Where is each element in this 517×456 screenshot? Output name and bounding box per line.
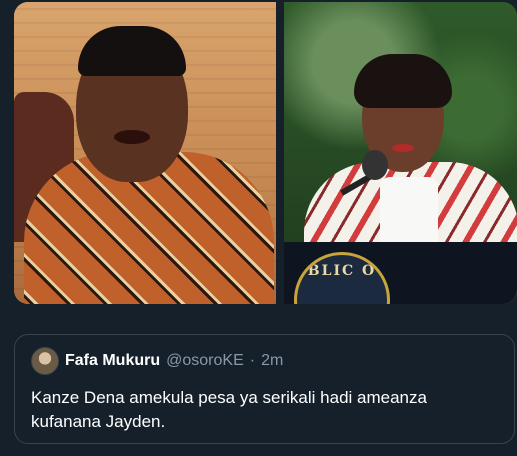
photo-man-mouth <box>114 130 150 144</box>
quoted-tweet-text: Kanze Dena amekula pesa ya serikali hadi… <box>31 388 427 431</box>
photo-woman-hair <box>354 54 452 108</box>
quoted-tweet-display-name[interactable]: Fafa Mukuru <box>65 352 160 370</box>
avatar[interactable] <box>31 347 59 375</box>
quoted-tweet-card[interactable]: Fafa Mukuru @osoroKE · 2m Kanze Dena ame… <box>14 334 515 444</box>
tweet-media-grid: BLIC O <box>14 2 517 306</box>
media-image-left[interactable] <box>14 2 276 304</box>
photo-woman-lips <box>392 144 414 152</box>
media-image-right[interactable]: BLIC O <box>284 2 517 304</box>
microphone-icon <box>362 150 388 180</box>
seal-lettering: BLIC O <box>307 263 377 279</box>
quoted-tweet-header: Fafa Mukuru @osoroKE · 2m <box>31 347 283 375</box>
quoted-tweet-timestamp[interactable]: 2m <box>261 352 283 370</box>
quoted-tweet-handle[interactable]: @osoroKE <box>166 352 244 370</box>
separator-dot: · <box>249 352 256 369</box>
